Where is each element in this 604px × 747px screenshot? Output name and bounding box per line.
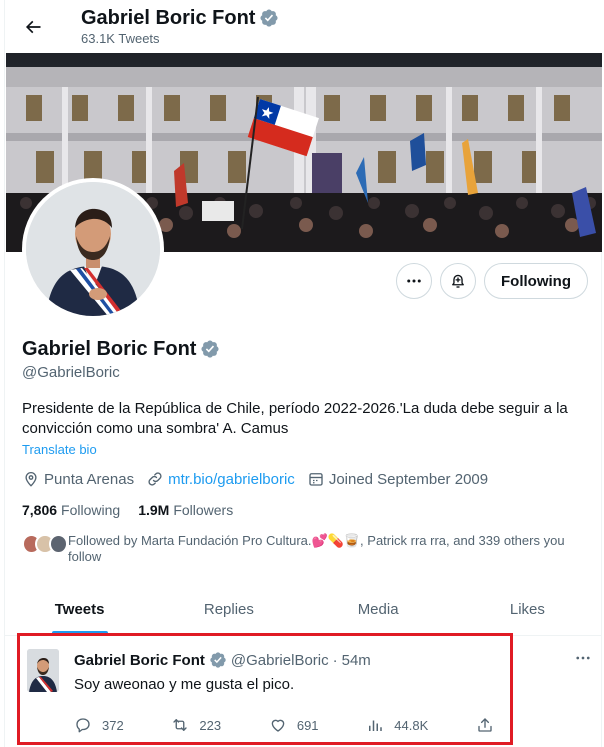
share-button[interactable] [476, 716, 504, 734]
reply-icon [76, 718, 90, 733]
location: Punta Arenas [22, 470, 134, 488]
calendar-icon [309, 473, 323, 486]
followed-by[interactable]: Followed by Marta Fundación Pro Cultura.… [22, 533, 592, 565]
location-pin-icon [25, 472, 37, 487]
website: mtr.bio/gabrielboric [146, 470, 295, 488]
following-button[interactable]: Following [484, 263, 588, 299]
tweet-author-name[interactable]: Gabriel Boric Font [74, 652, 205, 669]
following-count-link[interactable]: 7,806 Following [22, 502, 120, 518]
profile-name-row: Gabriel Boric Font [22, 337, 220, 361]
more-horizontal-icon [576, 656, 590, 660]
verified-icon [259, 8, 279, 28]
retweet-icon [173, 719, 188, 731]
avatar-image [26, 182, 160, 316]
profile-bio: Presidente de la República de Chile, per… [22, 400, 568, 437]
profile-name: Gabriel Boric Font [22, 338, 197, 360]
more-options-button[interactable] [396, 263, 432, 299]
arrow-left-icon [25, 20, 41, 33]
follower-avatars [22, 534, 68, 565]
heart-icon [271, 719, 285, 732]
bell-plus-icon [452, 274, 464, 288]
tweet-time[interactable]: 54m [342, 652, 371, 669]
follow-counts: 7,806 Following 1.9M Followers [22, 502, 251, 518]
notifications-button[interactable] [440, 263, 476, 299]
tab-media[interactable]: Media [304, 583, 453, 635]
translate-bio-link[interactable]: Translate bio [22, 442, 97, 457]
retweet-button[interactable]: 223 [171, 716, 221, 734]
avatar [26, 182, 160, 316]
tweet-count: 63.1K Tweets [81, 31, 160, 46]
views-button[interactable]: 44.8K [366, 716, 428, 734]
retweet-count: 223 [199, 717, 222, 733]
back-button[interactable] [15, 9, 51, 45]
top-header: Gabriel Boric Font 63.1K Tweets [5, 0, 603, 53]
header-name: Gabriel Boric Font [81, 7, 256, 29]
verified-icon[interactable] [200, 339, 220, 359]
more-horizontal-icon [407, 279, 421, 283]
profile-meta: Punta Arenas mtr.bio/gabrielboric Joined… [22, 470, 500, 488]
reply-count: 372 [102, 717, 124, 733]
tweet-avatar[interactable] [27, 649, 59, 692]
follower-avatar [48, 534, 68, 554]
followed-by-text: Followed by Marta Fundación Pro Cultura.… [68, 533, 565, 564]
like-count: 691 [296, 717, 319, 733]
following-count: 7,806 [22, 502, 58, 518]
share-icon [478, 718, 492, 732]
following-label: Following [61, 502, 121, 518]
tab-likes[interactable]: Likes [453, 583, 602, 635]
tweet-avatar-image [27, 649, 59, 692]
profile-tabs: Tweets Replies Media Likes [5, 583, 602, 636]
tab-replies[interactable]: Replies [154, 583, 303, 635]
verified-icon [209, 651, 227, 669]
profile-avatar[interactable] [22, 178, 164, 320]
tweet-actions: 372 223 691 44.8K [74, 716, 504, 734]
analytics-icon [369, 720, 383, 731]
tweet-more-button[interactable] [571, 648, 595, 668]
view-count: 44.8K [394, 717, 429, 733]
profile-handle: @GabrielBoric [22, 364, 120, 381]
reply-button[interactable]: 372 [74, 716, 124, 734]
website-link[interactable]: mtr.bio/gabrielboric [168, 471, 295, 488]
tweet-separator: · [332, 651, 338, 669]
followers-count-link[interactable]: 1.9M Followers [138, 502, 233, 518]
tweet-text: Soy aweonao y me gusta el pico. [74, 676, 295, 693]
tweet-author-handle[interactable]: @GabrielBoric [231, 652, 329, 669]
tab-tweets[interactable]: Tweets [5, 583, 154, 635]
followers-count: 1.9M [138, 502, 170, 518]
header-name-row: Gabriel Boric Font [81, 6, 279, 30]
join-date: Joined September 2009 [307, 470, 488, 488]
tweet-highlight[interactable]: Gabriel Boric Font @GabrielBoric · 54m S… [17, 633, 513, 745]
tweet-header: Gabriel Boric Font @GabrielBoric · 54m [74, 651, 371, 669]
followers-label: Followers [173, 502, 234, 518]
like-button[interactable]: 691 [269, 716, 319, 734]
join-date-text: Joined September 2009 [328, 470, 489, 488]
location-text: Punta Arenas [44, 470, 135, 488]
link-icon [148, 472, 162, 486]
